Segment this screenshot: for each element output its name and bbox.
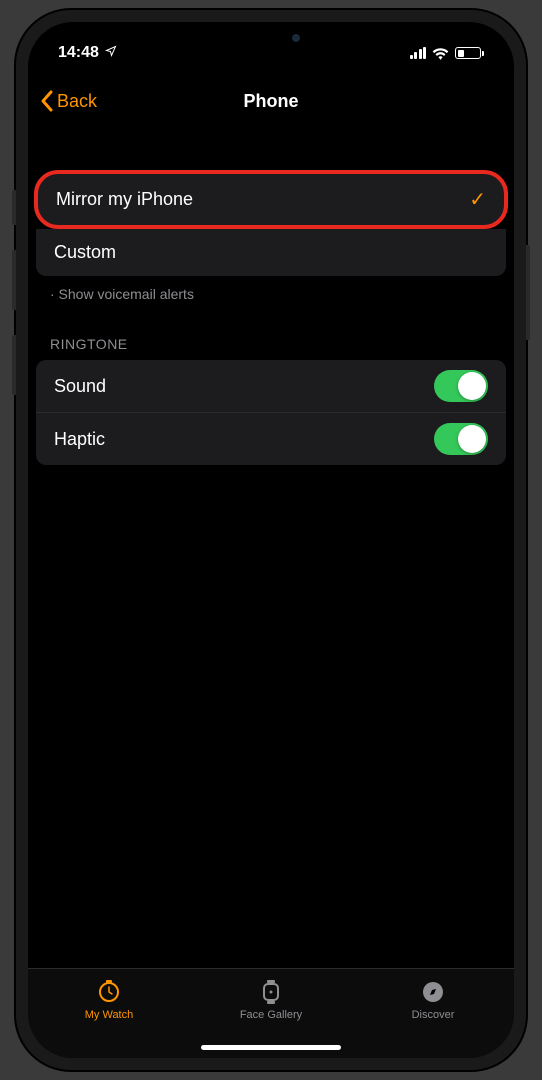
nav-bar: Back Phone <box>28 70 514 132</box>
toggle-sound[interactable] <box>434 370 488 402</box>
row-label: Haptic <box>54 429 105 450</box>
front-camera <box>292 34 300 42</box>
toggle-knob <box>458 372 486 400</box>
tab-discover[interactable]: Discover <box>373 979 493 1021</box>
cellular-signal-icon <box>410 47 427 59</box>
chevron-left-icon <box>40 90 53 112</box>
tab-label: Discover <box>412 1009 455 1021</box>
wifi-icon <box>432 47 449 60</box>
toggle-knob <box>458 425 486 453</box>
compass-icon <box>420 979 446 1005</box>
alerts-footer: · Show voicemail alerts <box>28 276 514 312</box>
alerts-group: Mirror my iPhone ✓ Custom <box>28 170 514 276</box>
tab-face-gallery[interactable]: Face Gallery <box>211 979 331 1021</box>
tab-label: Face Gallery <box>240 1009 302 1021</box>
home-indicator[interactable] <box>201 1045 341 1050</box>
row-sound: Sound <box>36 360 506 413</box>
ringtone-group: Sound Haptic <box>28 360 514 465</box>
location-arrow-icon <box>105 44 117 62</box>
toggle-haptic[interactable] <box>434 423 488 455</box>
back-button[interactable]: Back <box>40 90 97 112</box>
phone-frame: 14:48 <box>16 10 526 1070</box>
page-title: Phone <box>243 91 298 112</box>
screen: 14:48 <box>28 22 514 1058</box>
option-custom[interactable]: Custom <box>36 229 506 276</box>
checkmark-icon: ✓ <box>469 187 486 212</box>
status-time: 14:48 <box>58 44 99 62</box>
tab-my-watch[interactable]: My Watch <box>49 979 169 1021</box>
ringtone-header: RINGTONE <box>28 312 514 360</box>
watch-icon <box>96 979 122 1005</box>
phone-side-button-right <box>526 245 530 340</box>
watch-face-icon <box>258 979 284 1005</box>
back-label: Back <box>57 91 97 112</box>
option-mirror-iphone[interactable]: Mirror my iPhone ✓ <box>34 170 508 229</box>
row-haptic: Haptic <box>36 413 506 465</box>
tab-label: My Watch <box>85 1009 134 1021</box>
battery-icon <box>455 47 484 59</box>
content: Mirror my iPhone ✓ Custom · Show voicema… <box>28 170 514 465</box>
phone-side-buttons-left <box>12 190 16 420</box>
option-label: Custom <box>54 242 116 263</box>
row-label: Sound <box>54 376 106 397</box>
option-label: Mirror my iPhone <box>56 189 193 210</box>
notch <box>166 22 376 54</box>
